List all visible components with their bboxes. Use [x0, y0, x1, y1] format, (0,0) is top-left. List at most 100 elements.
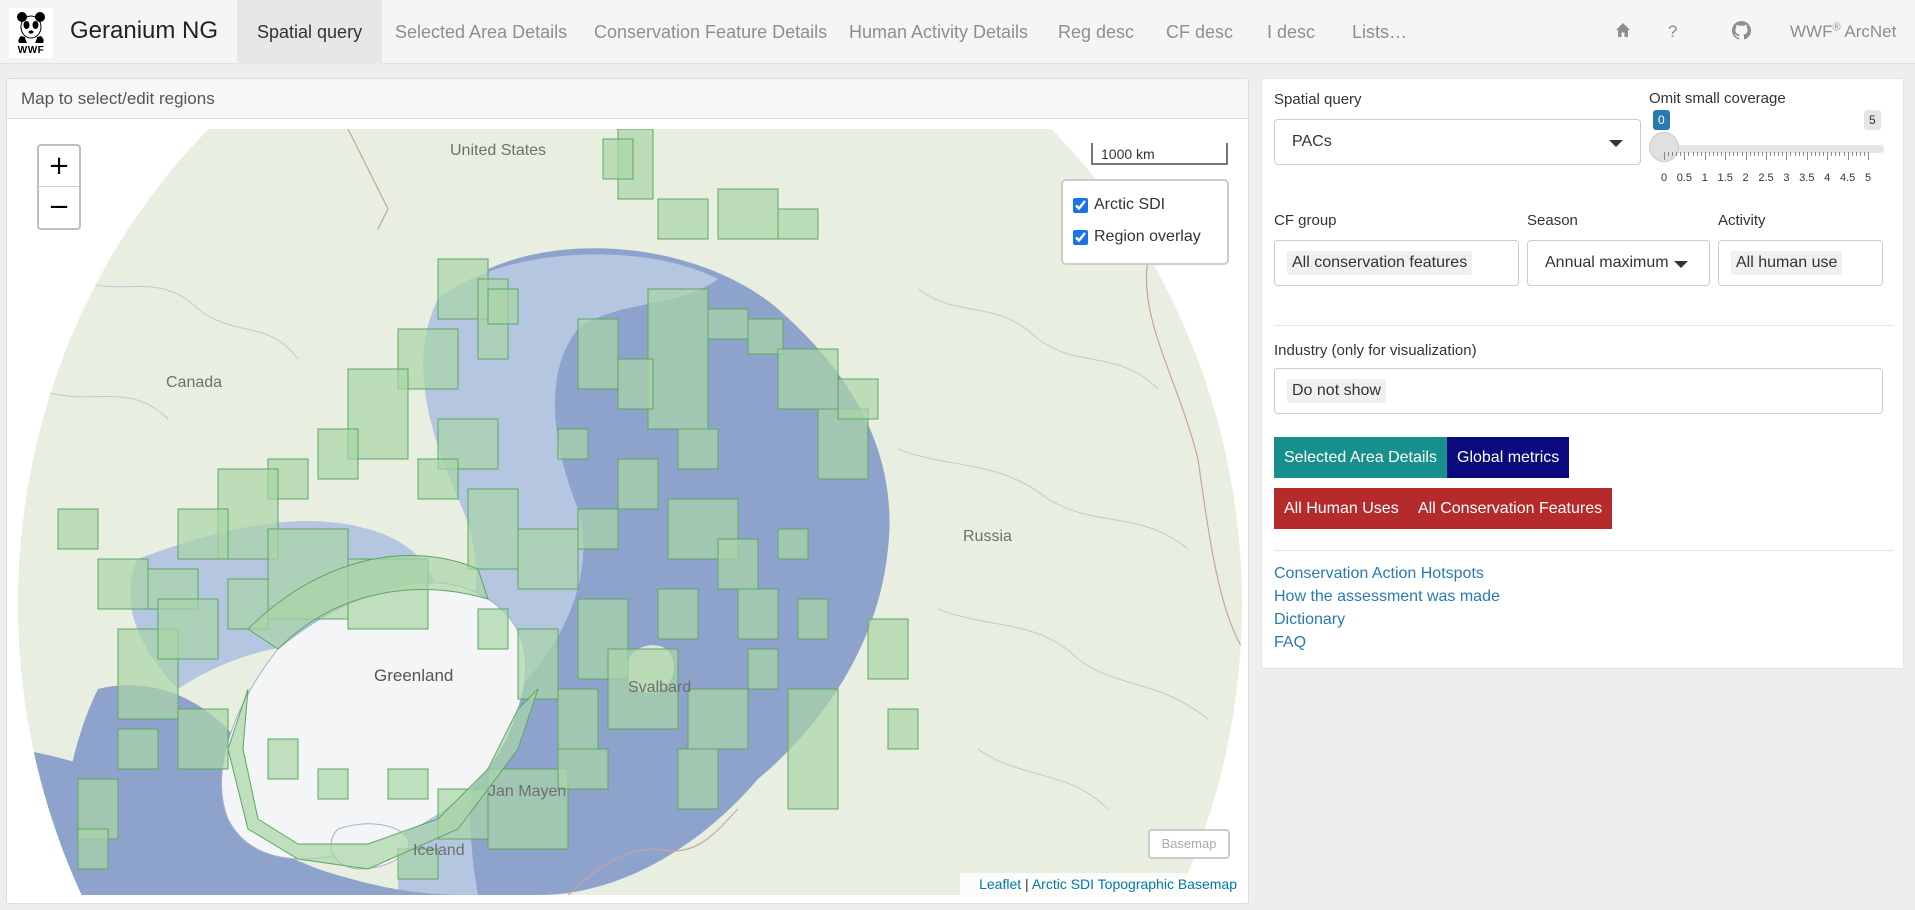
slider-tick: [1770, 152, 1772, 156]
region-overlay-checkbox[interactable]: [1073, 229, 1088, 245]
chevron-down-icon: [1674, 261, 1688, 268]
slider-tick: [1839, 152, 1841, 156]
slider-tick-label: 3: [1783, 172, 1790, 184]
slider-tick: [1745, 152, 1747, 160]
github-icon[interactable]: [1732, 21, 1751, 43]
slider-tick: [1802, 152, 1804, 156]
slider-tick: [1672, 152, 1674, 156]
selected-area-details-button[interactable]: Selected Area Details: [1274, 437, 1447, 478]
arcnet-suffix: ArcNet: [1840, 22, 1897, 41]
slider-tick: [1814, 152, 1816, 156]
slider-tick: [1725, 152, 1727, 160]
query-panel: Spatial query PACs Omit small coverage 0…: [1261, 78, 1904, 669]
cf-group-label: CF group: [1274, 212, 1337, 229]
season-label: Season: [1527, 212, 1578, 229]
industry-label: Industry (only for visualization): [1274, 342, 1477, 359]
tab-human-activity-details[interactable]: Human Activity Details: [829, 0, 1048, 64]
slider-tick: [1741, 152, 1743, 156]
slider-tick: [1753, 152, 1755, 156]
wwf-arcnet-link[interactable]: WWF® ArcNet: [1790, 0, 1896, 64]
tab-i-desc[interactable]: I desc: [1247, 0, 1335, 64]
global-metrics-button[interactable]: Global metrics: [1447, 437, 1570, 478]
link-conservation-action-hotspots[interactable]: Conservation Action Hotspots: [1274, 565, 1484, 583]
slider-tick: [1688, 152, 1690, 156]
home-icon-glyph: [1616, 23, 1630, 37]
help-button[interactable]: ?: [1668, 0, 1677, 64]
activity-select[interactable]: All human use: [1718, 240, 1883, 286]
slider-tick: [1749, 152, 1751, 156]
slider-tick: [1708, 152, 1710, 156]
industry-select[interactable]: Do not show: [1274, 368, 1883, 414]
slider-tick: [1863, 152, 1865, 156]
slider-tick-label: 2: [1742, 172, 1749, 184]
divider: [1274, 325, 1894, 326]
slider-tick-label: 1.5: [1717, 172, 1733, 184]
tab-spatial-query[interactable]: Spatial query: [237, 0, 383, 64]
basemap-button[interactable]: Basemap: [1148, 829, 1230, 859]
leaflet-link[interactable]: Leaflet: [979, 876, 1021, 892]
slider-tick: [1696, 152, 1698, 156]
zoom-out-button[interactable]: −: [39, 187, 79, 228]
label-jan-mayen: Jan Mayen: [488, 783, 566, 800]
tab-conservation-feature-details[interactable]: Conservation Feature Details: [574, 0, 847, 64]
slider-tick-label: 3.5: [1799, 172, 1815, 184]
link-dictionary[interactable]: Dictionary: [1274, 611, 1345, 629]
zoom-in-button[interactable]: +: [39, 146, 79, 187]
slider-tick-label: 1: [1701, 172, 1708, 184]
slider-tick: [1798, 152, 1800, 156]
slider-tick: [1717, 152, 1719, 156]
spatial-query-select[interactable]: PACs: [1274, 119, 1641, 165]
slider-tick-label: 4: [1824, 172, 1831, 184]
tab-selected-area-details[interactable]: Selected Area Details: [375, 0, 587, 64]
slider-tick: [1835, 152, 1837, 156]
label-iceland: Iceland: [413, 842, 465, 859]
home-icon[interactable]: [1615, 22, 1631, 42]
tab-reg-desc[interactable]: Reg desc: [1038, 0, 1154, 64]
layer-arctic-sdi[interactable]: Arctic SDI: [1073, 189, 1217, 221]
slider-tick: [1851, 152, 1853, 156]
zoom-control: + −: [37, 144, 81, 230]
link-faq[interactable]: FAQ: [1274, 634, 1306, 652]
wwf-logo[interactable]: WWF: [9, 8, 53, 58]
slider-tick: [1700, 152, 1702, 156]
layer-control: Arctic SDI Region overlay: [1061, 179, 1229, 265]
industry-value: Do not show: [1287, 379, 1386, 403]
label-united-states: United States: [450, 142, 546, 159]
arctic-sdi-checkbox[interactable]: [1073, 197, 1088, 213]
slider-tick: [1680, 152, 1682, 156]
tab-lists-dropdown[interactable]: Lists…: [1332, 0, 1427, 64]
activity-label: Activity: [1718, 212, 1766, 229]
slider-tick: [1704, 152, 1706, 160]
slider-tick: [1766, 152, 1767, 160]
season-select[interactable]: Annual maximum: [1527, 240, 1710, 286]
slider-tick: [1692, 152, 1694, 156]
all-conservation-features-button[interactable]: All Conservation Features: [1408, 488, 1613, 529]
slider-tick-label: 0: [1660, 172, 1668, 184]
slider-tick: [1774, 152, 1776, 156]
slider-tick-label: 5: [1864, 172, 1872, 184]
label-svalbard: Svalbard: [628, 679, 691, 696]
cf-group-value: All conservation features: [1287, 251, 1473, 275]
panda-icon: [17, 12, 45, 43]
slider-tick: [1819, 152, 1821, 156]
map-canvas[interactable]: United States Canada Russia Greenland Sv…: [18, 129, 1243, 895]
link-how-assessment-made[interactable]: How the assessment was made: [1274, 588, 1500, 606]
slider-tick: [1827, 152, 1829, 160]
slider-tick: [1847, 152, 1849, 160]
slider-tick: [1676, 152, 1678, 156]
app-title[interactable]: Geranium NG: [70, 17, 218, 45]
cf-group-select[interactable]: All conservation features: [1274, 240, 1519, 286]
slider-tick: [1733, 152, 1735, 156]
slider-tick: [1668, 152, 1670, 156]
arctic-sdi-label: Arctic SDI: [1094, 196, 1166, 213]
all-human-uses-button[interactable]: All Human Uses: [1274, 488, 1409, 529]
slider-tick-label: 2.5: [1758, 172, 1774, 184]
slider-min-badge: 0: [1653, 110, 1670, 130]
arctic-sdi-link[interactable]: Arctic SDI Topographic Basemap: [1032, 876, 1237, 892]
layer-region-overlay[interactable]: Region overlay: [1073, 221, 1217, 253]
tab-cf-desc[interactable]: CF desc: [1146, 0, 1253, 64]
slider-tick: [1664, 152, 1665, 160]
registered-mark: ®: [1832, 21, 1841, 34]
logo-text: WWF: [17, 45, 45, 56]
arctic-basemap[interactable]: United States Canada Russia Greenland Sv…: [18, 129, 1243, 895]
